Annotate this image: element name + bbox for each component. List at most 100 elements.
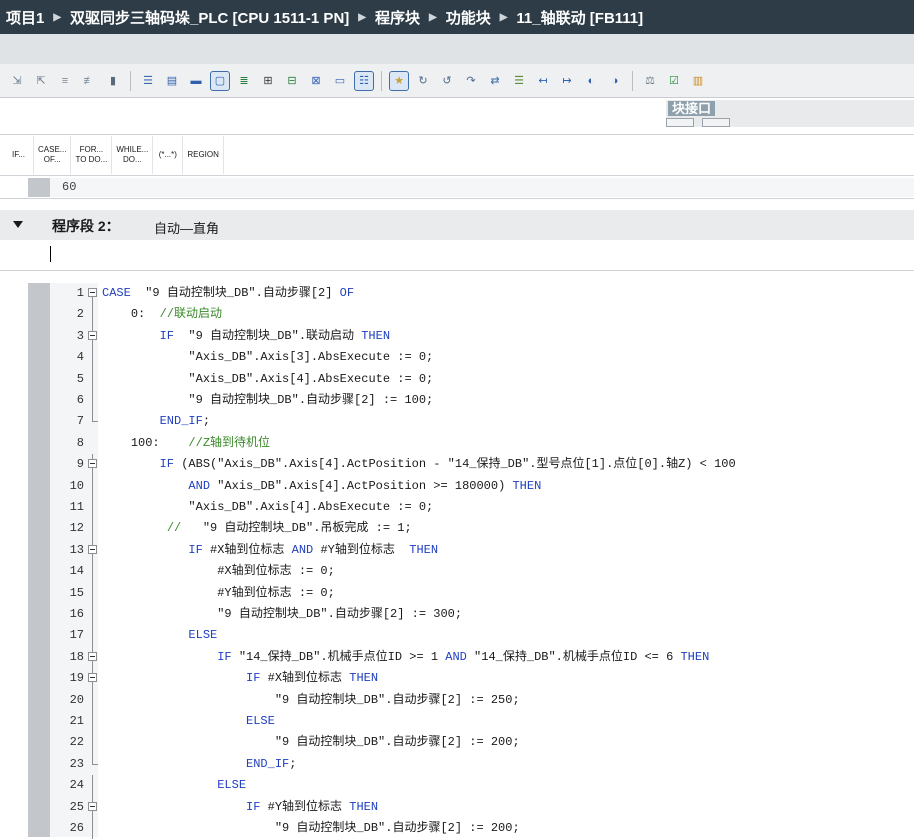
- nav-right-icon[interactable]: ↦: [558, 72, 576, 90]
- code-line[interactable]: 4 "Axis_DB".Axis[3].AbsExecute := 0;: [50, 347, 914, 369]
- compare-icon[interactable]: ⚖: [641, 72, 659, 90]
- network-comment-field[interactable]: [0, 240, 914, 271]
- code-line[interactable]: 24 ELSE: [50, 775, 914, 797]
- code-line[interactable]: 7 END_IF;: [50, 411, 914, 432]
- code-line[interactable]: 22 "9 自动控制块_DB".自动步骤[2] := 200;: [50, 732, 914, 754]
- uncomment-icon[interactable]: ▢: [210, 70, 230, 91]
- code-text[interactable]: 100: //Z轴到待机位: [102, 433, 270, 454]
- code-text[interactable]: IF #X轴到位标志 AND #Y轴到位标志 THEN: [102, 540, 438, 561]
- unload-icon[interactable]: ◑: [606, 72, 624, 90]
- code-text[interactable]: "Axis_DB".Axis[3].AbsExecute := 0;: [102, 347, 433, 368]
- delete-row-icon[interactable]: ≢: [80, 72, 98, 90]
- palette-button[interactable]: WHILE... DO...: [112, 136, 154, 174]
- call-env-icon[interactable]: ⇄: [486, 72, 504, 90]
- breadcrumb-item[interactable]: 双驱同步三轴码垛_PLC [CPU 1511-1 PN]: [70, 7, 349, 28]
- code-line[interactable]: 9 IF (ABS("Axis_DB".Axis[4].ActPosition …: [50, 454, 914, 476]
- breadcrumb-item[interactable]: 功能块: [446, 7, 491, 28]
- monitor-all-icon[interactable]: ⇲: [8, 72, 26, 90]
- code-text[interactable]: IF "14_保持_DB".机械手点位ID >= 1 AND "14_保持_DB…: [102, 647, 709, 668]
- code-line[interactable]: 5 "Axis_DB".Axis[4].AbsExecute := 0;: [50, 368, 914, 390]
- code-text[interactable]: IF "9 自动控制块_DB".联动启动 THEN: [102, 326, 390, 347]
- watch-icon[interactable]: ⊞: [259, 72, 277, 90]
- code-line[interactable]: 8 100: //Z轴到待机位: [50, 433, 914, 454]
- code-text[interactable]: "9 自动控制块_DB".自动步骤[2] := 200;: [102, 818, 520, 839]
- code-text[interactable]: END_IF;: [102, 754, 296, 775]
- code-text[interactable]: ELSE: [102, 775, 246, 796]
- code-line[interactable]: 21 ELSE: [50, 711, 914, 733]
- palette-button[interactable]: (*...*): [153, 136, 184, 174]
- code-text[interactable]: END_IF;: [102, 411, 210, 432]
- fold-toggle-icon[interactable]: [88, 801, 97, 811]
- favorites-icon[interactable]: ★: [389, 70, 409, 91]
- fold-toggle-icon[interactable]: [88, 330, 97, 340]
- palette-button[interactable]: REGION: [183, 136, 224, 174]
- bookmark-prev-icon[interactable]: ▭: [331, 72, 349, 90]
- code-line[interactable]: 6 "9 自动控制块_DB".自动步骤[2] := 100;: [50, 390, 914, 412]
- code-text[interactable]: IF #X轴到位标志 THEN: [102, 668, 378, 689]
- breadcrumb-item[interactable]: 项目1: [6, 7, 44, 28]
- code-text[interactable]: "9 自动控制块_DB".自动步骤[2] := 100;: [102, 390, 433, 411]
- monitor-off-icon[interactable]: ⇱: [32, 72, 50, 90]
- code-text[interactable]: #Y轴到位标志 := 0;: [102, 583, 335, 604]
- code-line[interactable]: 2 0: //联动启动: [50, 304, 914, 326]
- code-line[interactable]: 1 CASE "9 自动控制块_DB".自动步骤[2] OF: [50, 283, 914, 305]
- bookmark-next-icon[interactable]: ⊠: [307, 72, 325, 90]
- palette-button[interactable]: IF...: [4, 136, 34, 174]
- fold-toggle-icon[interactable]: [88, 288, 97, 297]
- palette-button[interactable]: CASE... OF...: [34, 136, 72, 174]
- breakpoint-icon[interactable]: ↻: [414, 72, 432, 90]
- fold-toggle-icon[interactable]: [88, 651, 97, 661]
- code-text[interactable]: 0: //联动启动: [102, 304, 222, 325]
- step-icon[interactable]: ↺: [438, 72, 456, 90]
- db-icon[interactable]: ▥: [689, 72, 707, 90]
- nav-left-icon[interactable]: ↤: [534, 72, 552, 90]
- breadcrumb-item[interactable]: 程序块: [375, 7, 420, 28]
- code-line[interactable]: 10 AND "Axis_DB".Axis[4].ActPosition >= …: [50, 475, 914, 497]
- collapse-triangle-icon[interactable]: [13, 221, 23, 228]
- code-text[interactable]: // "9 自动控制块_DB".吊板完成 := 1;: [102, 518, 412, 539]
- code-text[interactable]: #X轴到位标志 := 0;: [102, 561, 335, 582]
- network-comment[interactable]: 自动—直角: [154, 218, 219, 237]
- code-line[interactable]: 18 IF "14_保持_DB".机械手点位ID >= 1 AND "14_保持…: [50, 646, 914, 669]
- insert-row-icon[interactable]: ≡: [56, 72, 74, 90]
- fold-toggle-icon[interactable]: [88, 544, 97, 554]
- code-line[interactable]: 25 IF #Y轴到位标志 THEN: [50, 796, 914, 818]
- code-text[interactable]: "9 自动控制块_DB".自动步骤[2] := 300;: [102, 604, 462, 625]
- network-header[interactable]: 程序段 2： 自动—直角: [0, 210, 914, 240]
- code-text[interactable]: IF #Y轴到位标志 THEN: [102, 797, 378, 818]
- code-line[interactable]: 15 #Y轴到位标志 := 0;: [50, 582, 914, 604]
- code-line[interactable]: 11 "Axis_DB".Axis[4].AbsExecute := 0;: [50, 497, 914, 519]
- monitor-icon[interactable]: ☰: [510, 72, 528, 90]
- bookmark-icon[interactable]: ⊟: [283, 72, 301, 90]
- code-text[interactable]: "9 自动控制块_DB".自动步骤[2] := 250;: [102, 690, 520, 711]
- code-line[interactable]: 23 END_IF;: [50, 753, 914, 775]
- check-icon[interactable]: ☑: [665, 72, 683, 90]
- code-text[interactable]: "Axis_DB".Axis[4].AbsExecute := 0;: [102, 497, 433, 518]
- indent-icon[interactable]: ☰: [139, 72, 157, 90]
- breadcrumb-item[interactable]: 11_轴联动 [FB111]: [516, 7, 643, 28]
- block-interface-label[interactable]: 块接口: [668, 101, 716, 116]
- code-line[interactable]: 12 // "9 自动控制块_DB".吊板完成 := 1;: [50, 518, 914, 540]
- code-line[interactable]: 19 IF #X轴到位标志 THEN: [50, 668, 914, 690]
- code-text[interactable]: AND "Axis_DB".Axis[4].ActPosition >= 180…: [102, 476, 541, 497]
- code-text[interactable]: "Axis_DB".Axis[4].AbsExecute := 0;: [102, 369, 433, 390]
- palette-button[interactable]: FOR... TO DO...: [71, 136, 113, 174]
- code-line[interactable]: 20 "9 自动控制块_DB".自动步骤[2] := 250;: [50, 689, 914, 711]
- code-text[interactable]: IF (ABS("Axis_DB".Axis[4].ActPosition - …: [102, 454, 736, 475]
- code-line[interactable]: 13 IF #X轴到位标志 AND #Y轴到位标志 THEN: [50, 539, 914, 562]
- comment-icon[interactable]: ▬: [187, 72, 205, 90]
- code-line[interactable]: 17 ELSE: [50, 625, 914, 647]
- fold-toggle-icon[interactable]: [88, 459, 97, 469]
- code-text[interactable]: ELSE: [102, 625, 217, 646]
- code-text[interactable]: "9 自动控制块_DB".自动步骤[2] := 200;: [102, 732, 520, 753]
- load-icon[interactable]: ◐: [582, 72, 600, 90]
- align-icon[interactable]: ▮: [104, 72, 122, 90]
- code-line[interactable]: 16 "9 自动控制块_DB".自动步骤[2] := 300;: [50, 604, 914, 626]
- block-interface-splitter[interactable]: [666, 118, 736, 127]
- step-over-icon[interactable]: ↷: [462, 72, 480, 90]
- list-icon[interactable]: ☷: [354, 70, 374, 91]
- code-text[interactable]: CASE "9 自动控制块_DB".自动步骤[2] OF: [102, 283, 354, 304]
- code-line[interactable]: 3 IF "9 自动控制块_DB".联动启动 THEN: [50, 325, 914, 348]
- fold-toggle-icon[interactable]: [88, 673, 97, 683]
- code-line[interactable]: 26 "9 自动控制块_DB".自动步骤[2] := 200;: [50, 818, 914, 839]
